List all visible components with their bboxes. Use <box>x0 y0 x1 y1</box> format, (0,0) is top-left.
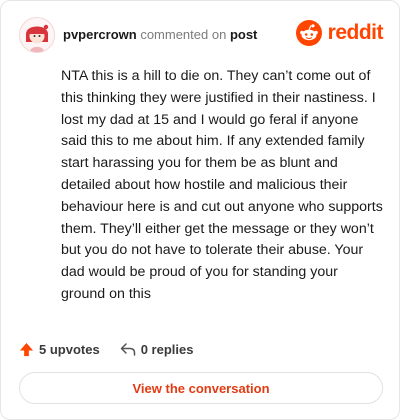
reply-arrow-icon <box>120 342 135 356</box>
reddit-brand[interactable]: reddit <box>295 19 384 47</box>
upvotes-count: 5 upvotes <box>39 341 100 357</box>
username-link[interactable]: pvpercrown <box>63 27 137 42</box>
comment-embed-card: pvpercrown commented on post reddit NTA … <box>0 0 400 420</box>
comment-meta: pvpercrown commented on post <box>63 27 257 42</box>
comment-header: pvpercrown commented on post reddit <box>19 17 384 53</box>
upvotes-stat[interactable]: 5 upvotes <box>19 342 100 357</box>
replies-stat[interactable]: 0 replies <box>120 341 194 357</box>
user-avatar-icon <box>20 18 54 52</box>
brand-wordmark: reddit <box>327 21 384 44</box>
comment-body: NTA this is a hill to die on. They can’t… <box>61 68 383 302</box>
replies-count: 0 replies <box>140 341 194 357</box>
post-link[interactable]: post <box>230 27 257 42</box>
avatar[interactable] <box>19 17 55 53</box>
action-text: commented on <box>140 27 227 42</box>
upvote-arrow-icon <box>19 342 34 356</box>
reddit-logo-icon <box>295 20 322 46</box>
view-conversation-button[interactable]: View the conversation <box>19 372 383 404</box>
comment-footer: 5 upvotes 0 replies <box>19 339 213 359</box>
